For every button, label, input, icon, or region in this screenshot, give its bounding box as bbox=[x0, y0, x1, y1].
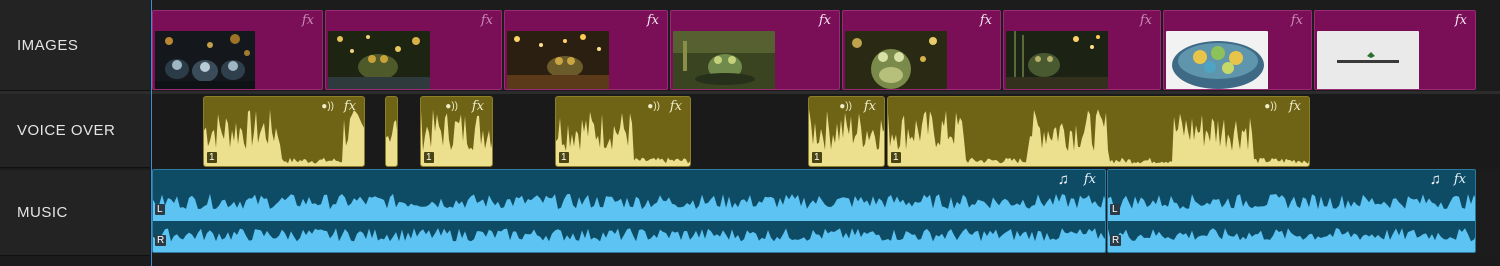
voice-clip[interactable]: ●)) fx 1 bbox=[808, 96, 885, 167]
image-thumbnail bbox=[507, 31, 609, 89]
image-clip[interactable]: fx bbox=[325, 10, 502, 90]
image-clip[interactable]: fx bbox=[1003, 10, 1161, 90]
image-thumbnail bbox=[845, 31, 947, 89]
channel-badge: 1 bbox=[207, 152, 217, 163]
channel-right-badge: R bbox=[155, 235, 167, 246]
image-clip[interactable]: fx bbox=[842, 10, 1001, 90]
fx-icon[interactable]: fx bbox=[980, 13, 992, 28]
speaker-icon[interactable]: ●)) bbox=[321, 101, 334, 112]
image-thumbnail bbox=[1317, 31, 1419, 89]
image-thumbnail bbox=[673, 31, 775, 89]
track-header-music[interactable]: MUSIC bbox=[0, 170, 150, 256]
logo-image bbox=[1337, 51, 1399, 63]
channel-badge: 1 bbox=[424, 152, 434, 163]
audio-waveform-right bbox=[153, 228, 1105, 252]
audio-waveform-left bbox=[1108, 194, 1475, 221]
image-clip[interactable]: fx bbox=[504, 10, 668, 90]
music-note-icon[interactable]: ♫ bbox=[1058, 171, 1069, 188]
audio-waveform-left bbox=[153, 193, 1105, 221]
image-thumbnail bbox=[1006, 31, 1108, 89]
fx-icon[interactable]: fx bbox=[481, 13, 493, 28]
fx-icon[interactable]: fx bbox=[1455, 13, 1467, 28]
fx-icon[interactable]: fx bbox=[1454, 172, 1466, 187]
audio-waveform bbox=[556, 111, 690, 166]
timeline: IMAGES VOICE OVER MUSIC fx fx fx fx fx f… bbox=[0, 0, 1500, 266]
image-thumbnail bbox=[1166, 31, 1268, 89]
fx-icon[interactable]: fx bbox=[472, 99, 484, 114]
image-thumbnail bbox=[155, 31, 255, 89]
image-clip[interactable]: fx bbox=[1314, 10, 1476, 90]
voice-clip[interactable]: ●)) fx 1 bbox=[555, 96, 691, 167]
playhead[interactable] bbox=[151, 0, 152, 266]
track-label-voice-over: VOICE OVER bbox=[17, 122, 116, 139]
audio-waveform bbox=[386, 120, 397, 166]
track-label-images: IMAGES bbox=[17, 36, 79, 54]
voice-clip[interactable]: ●)) fx 1 bbox=[420, 96, 493, 167]
image-clip[interactable]: fx bbox=[1163, 10, 1312, 90]
fx-icon[interactable]: fx bbox=[1291, 13, 1303, 28]
audio-waveform-right bbox=[1108, 228, 1475, 252]
music-clip[interactable]: ♫ fx L R bbox=[1107, 169, 1476, 253]
audio-waveform bbox=[888, 109, 1309, 166]
image-clip[interactable]: fx bbox=[670, 10, 840, 90]
speaker-icon[interactable]: ●)) bbox=[839, 101, 852, 112]
track-label-music: MUSIC bbox=[17, 204, 68, 221]
fx-icon[interactable]: fx bbox=[864, 99, 876, 114]
fx-icon[interactable]: fx bbox=[344, 99, 356, 114]
fx-icon[interactable]: fx bbox=[647, 13, 659, 28]
channel-left-badge: L bbox=[1110, 204, 1120, 215]
channel-badge: 1 bbox=[559, 152, 569, 163]
voice-clip[interactable]: ●)) fx 1 bbox=[887, 96, 1310, 167]
fx-icon[interactable]: fx bbox=[670, 99, 682, 114]
music-note-icon[interactable]: ♫ bbox=[1430, 171, 1441, 188]
fx-icon[interactable]: fx bbox=[1140, 13, 1152, 28]
fx-icon[interactable]: fx bbox=[1289, 99, 1301, 114]
channel-badge: 1 bbox=[891, 152, 901, 163]
track-header-voice-over[interactable]: VOICE OVER bbox=[0, 94, 150, 168]
channel-badge: 1 bbox=[812, 152, 822, 163]
track-header-images[interactable]: IMAGES bbox=[0, 0, 150, 91]
image-clip[interactable]: fx bbox=[152, 10, 323, 90]
voice-clip[interactable] bbox=[385, 96, 398, 167]
music-clip[interactable]: ♫ fx L R bbox=[152, 169, 1106, 253]
fx-icon[interactable]: fx bbox=[302, 13, 314, 28]
fx-icon[interactable]: fx bbox=[819, 13, 831, 28]
channel-right-badge: R bbox=[1110, 235, 1122, 246]
speaker-icon[interactable]: ●)) bbox=[647, 101, 660, 112]
fx-icon[interactable]: fx bbox=[1084, 172, 1096, 187]
channel-left-badge: L bbox=[155, 204, 165, 215]
image-thumbnail bbox=[328, 31, 430, 89]
voice-clip[interactable]: ●)) fx 1 bbox=[203, 96, 365, 167]
speaker-icon[interactable]: ●)) bbox=[445, 101, 458, 112]
speaker-icon[interactable]: ●)) bbox=[1264, 101, 1277, 112]
audio-waveform bbox=[204, 109, 364, 166]
